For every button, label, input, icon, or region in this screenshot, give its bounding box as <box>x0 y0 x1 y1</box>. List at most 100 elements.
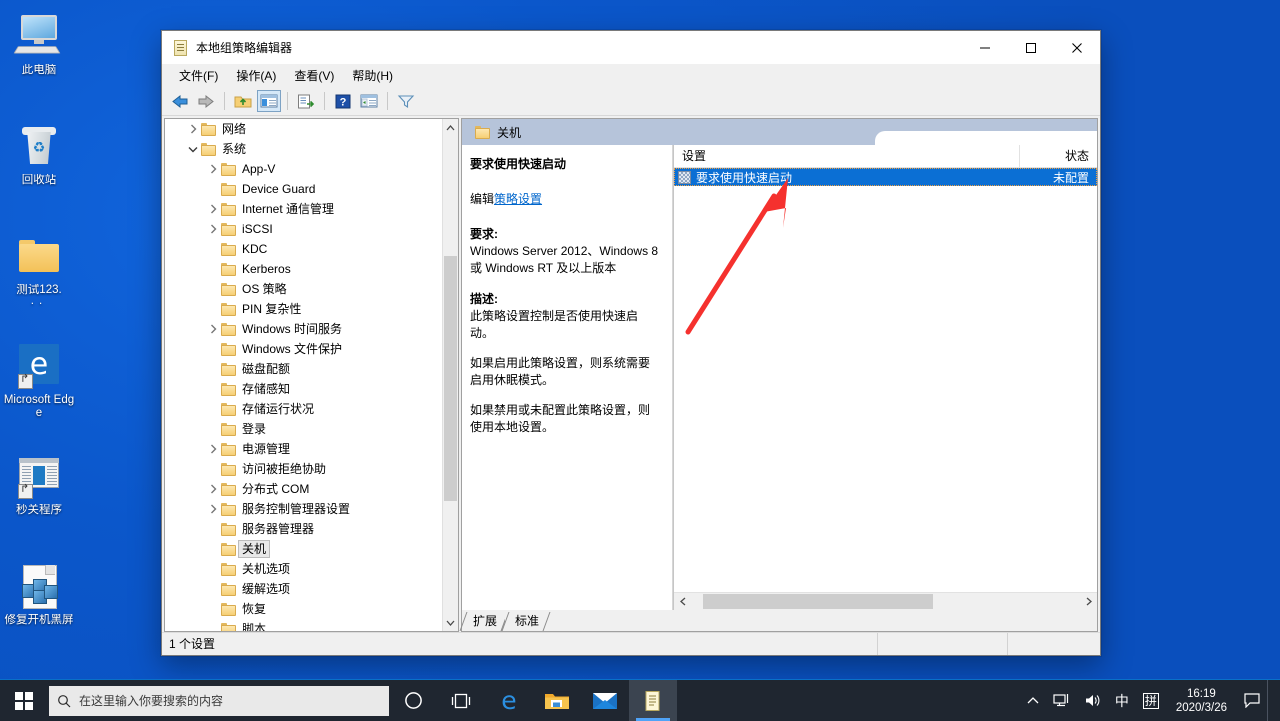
ime-mode-icon[interactable]: 中 <box>1108 680 1136 721</box>
chevron-right-icon[interactable] <box>205 319 221 339</box>
requirements-label: 要求: <box>470 225 661 242</box>
chevron-right-icon[interactable] <box>205 219 221 239</box>
tree-node[interactable]: 脚本 <box>165 619 442 631</box>
tree-scrollbar-thumb[interactable] <box>444 256 457 501</box>
menu-help[interactable]: 帮助(H) <box>343 64 402 87</box>
show-hidden-icons-chevron[interactable] <box>1020 680 1046 721</box>
tree-scroll-up-button[interactable] <box>443 119 458 136</box>
tree-node[interactable]: 电源管理 <box>165 439 442 459</box>
hscroll-track[interactable] <box>691 593 1080 610</box>
tree-node[interactable]: iSCSI <box>165 219 442 239</box>
help-icon[interactable]: ? <box>331 90 355 112</box>
desktop-icon-recycle-bin[interactable]: ♻ 回收站 <box>0 116 78 220</box>
chevron-right-icon[interactable] <box>205 439 221 459</box>
tree-node[interactable]: 存储运行状况 <box>165 399 442 419</box>
hscroll-thumb[interactable] <box>703 594 933 609</box>
column-header-setting[interactable]: 设置 <box>674 145 1020 167</box>
chevron-right-icon[interactable] <box>205 499 221 519</box>
tree-node[interactable]: OS 策略 <box>165 279 442 299</box>
maximize-button[interactable] <box>1008 31 1054 64</box>
show-desktop-button[interactable] <box>1267 680 1276 721</box>
tree-node[interactable]: Internet 通信管理 <box>165 199 442 219</box>
tab-extended[interactable]: 扩展 <box>463 612 505 631</box>
hscroll-left-button[interactable] <box>674 593 691 610</box>
settings-list-header[interactable]: 设置 状态 <box>674 145 1097 168</box>
task-view-icon[interactable] <box>437 680 485 721</box>
volume-icon[interactable] <box>1077 680 1108 721</box>
tree-node[interactable]: 关机 <box>165 539 442 559</box>
menu-bar[interactable]: 文件(F) 操作(A) 查看(V) 帮助(H) <box>162 64 1100 87</box>
tree-node[interactable]: PIN 复杂性 <box>165 299 442 319</box>
tree-node[interactable]: Device Guard <box>165 179 442 199</box>
clock[interactable]: 16:19 2020/3/26 <box>1166 680 1237 721</box>
hscroll-right-button[interactable] <box>1080 593 1097 610</box>
system-tray[interactable]: 中 拼 16:19 2020/3/26 <box>1020 680 1280 721</box>
ime-pinyin-icon[interactable]: 拼 <box>1136 680 1166 721</box>
chevron-right-icon[interactable] <box>205 199 221 219</box>
forward-icon[interactable] <box>194 90 218 112</box>
tree-scrollbar-track[interactable] <box>443 136 458 614</box>
network-icon[interactable] <box>1046 680 1077 721</box>
console-tree[interactable]: 网络系统App-VDevice GuardInternet 通信管理iSCSIK… <box>164 118 459 632</box>
tree-node[interactable]: Windows 时间服务 <box>165 319 442 339</box>
group-policy-editor-window[interactable]: 本地组策略编辑器 文件(F) 操作(A) 查看(V) 帮助(H) <box>161 30 1101 656</box>
desktop-icon-folder-test123[interactable]: 测试123. .. <box>0 226 78 330</box>
tree-node[interactable]: 网络 <box>165 119 442 139</box>
export-list-icon[interactable] <box>294 90 318 112</box>
cortana-icon[interactable] <box>389 680 437 721</box>
taskbar[interactable]: 在这里输入你要搜索的内容 e <box>0 679 1280 721</box>
desktop-icon-miao-guan-program[interactable]: 秒关程序 <box>0 446 78 550</box>
filter-icon[interactable] <box>394 90 418 112</box>
tab-standard[interactable]: 标准 <box>505 612 547 631</box>
properties-icon[interactable] <box>357 90 381 112</box>
tree-node[interactable]: Kerberos <box>165 259 442 279</box>
edge-icon[interactable]: e <box>485 680 533 721</box>
search-input[interactable]: 在这里输入你要搜索的内容 <box>49 686 389 716</box>
view-tabs[interactable]: 扩展 标准 <box>461 610 1098 632</box>
desktop[interactable]: 此电脑 ♻ 回收站 测试123. .. e Microsoft Edge <box>0 0 1280 721</box>
chevron-right-icon[interactable] <box>205 479 221 499</box>
action-center-icon[interactable] <box>1237 680 1267 721</box>
tree-node[interactable]: KDC <box>165 239 442 259</box>
tree-node[interactable]: 登录 <box>165 419 442 439</box>
tree-node[interactable]: 存储感知 <box>165 379 442 399</box>
tree-node[interactable]: 缓解选项 <box>165 579 442 599</box>
toolbar[interactable]: ? <box>162 87 1100 116</box>
desktop-icon-microsoft-edge[interactable]: e Microsoft Edge <box>0 336 78 440</box>
show-hide-tree-icon[interactable] <box>257 90 281 112</box>
tree-node[interactable]: 服务器管理器 <box>165 519 442 539</box>
mail-icon[interactable] <box>581 680 629 721</box>
tree-scroll-down-button[interactable] <box>443 614 458 631</box>
chevron-right-icon[interactable] <box>205 159 221 179</box>
minimize-button[interactable] <box>962 31 1008 64</box>
close-button[interactable] <box>1054 31 1100 64</box>
table-row[interactable]: 要求使用快速启动 未配置 <box>674 168 1097 186</box>
tree-node[interactable]: 关机选项 <box>165 559 442 579</box>
tree-node[interactable]: 服务控制管理器设置 <box>165 499 442 519</box>
tree-node[interactable]: Windows 文件保护 <box>165 339 442 359</box>
column-header-state[interactable]: 状态 <box>1020 145 1097 167</box>
tree-node[interactable]: App-V <box>165 159 442 179</box>
window-titlebar[interactable]: 本地组策略编辑器 <box>162 31 1100 64</box>
settings-list-pane[interactable]: 设置 状态 要求使用快速启动 未配置 <box>673 145 1097 610</box>
tree-node[interactable]: 磁盘配额 <box>165 359 442 379</box>
chevron-right-icon[interactable] <box>185 119 201 139</box>
chevron-down-icon[interactable] <box>185 139 201 159</box>
desktop-icon-this-pc[interactable]: 此电脑 <box>0 6 78 110</box>
desktop-icon-fix-black-screen[interactable]: 修复开机黑屏 <box>0 556 78 660</box>
tree-node[interactable]: 恢复 <box>165 599 442 619</box>
up-folder-icon[interactable] <box>231 90 255 112</box>
start-button[interactable] <box>0 680 48 721</box>
back-icon[interactable] <box>168 90 192 112</box>
menu-file[interactable]: 文件(F) <box>170 64 227 87</box>
tree-node[interactable]: 分布式 COM <box>165 479 442 499</box>
tree-node[interactable]: 系统 <box>165 139 442 159</box>
gpedit-icon[interactable] <box>629 680 677 721</box>
tree-node[interactable]: 访问被拒绝协助 <box>165 459 442 479</box>
menu-action[interactable]: 操作(A) <box>227 64 285 87</box>
edit-policy-setting-link[interactable]: 策略设置 <box>494 192 542 206</box>
menu-view[interactable]: 查看(V) <box>285 64 343 87</box>
file-explorer-icon[interactable] <box>533 680 581 721</box>
list-horizontal-scrollbar[interactable] <box>674 592 1097 610</box>
tree-vertical-scrollbar[interactable] <box>442 119 458 631</box>
